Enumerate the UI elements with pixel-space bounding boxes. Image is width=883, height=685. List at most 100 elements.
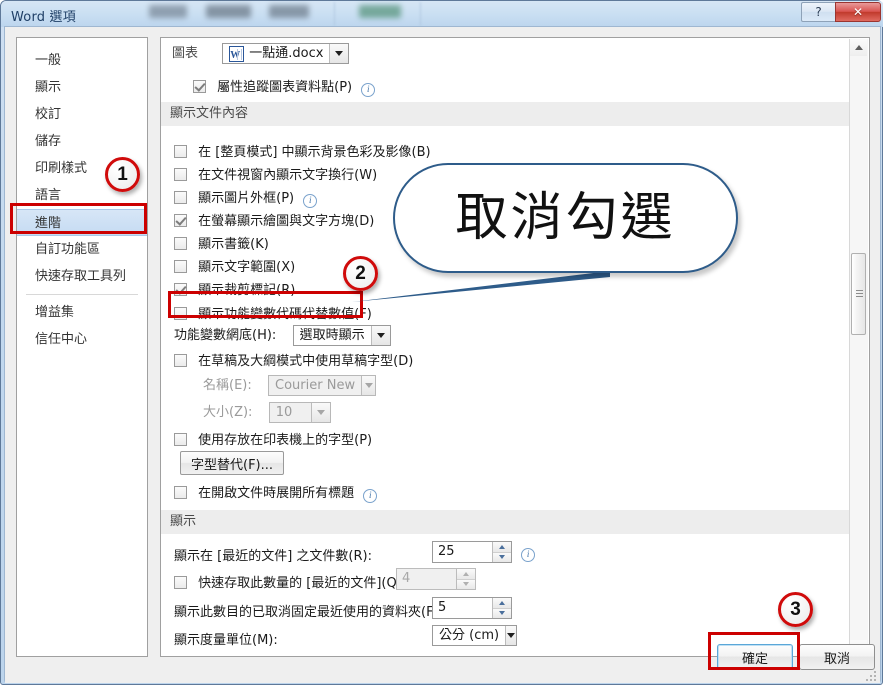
content-vertical-scrollbar[interactable]	[849, 39, 868, 656]
field-shading-combo[interactable]: 選取時顯示	[292, 325, 391, 346]
quick-access-recent-control: 4	[396, 568, 476, 590]
word-options-dialog: Word 選項 ? ✕ 一般 顯示 校訂 儲存 印刷樣式 語言 進階 自訂功能區…	[0, 0, 883, 685]
chart-document-combo[interactable]: 一點通.docx	[222, 43, 350, 65]
recent-docs-value[interactable]: 25	[433, 542, 492, 562]
sidebar-item-trust-center[interactable]: 信任中心	[17, 326, 147, 353]
spinner-up-icon[interactable]	[493, 542, 511, 552]
scrollbar-thumb[interactable]	[851, 253, 866, 335]
redacted-title-text-2	[206, 5, 251, 18]
ok-button[interactable]: 確定	[717, 644, 793, 670]
chevron-down-icon[interactable]	[310, 403, 330, 422]
info-circle-icon[interactable]: i	[521, 547, 536, 562]
close-button[interactable]: ✕	[835, 2, 881, 22]
font-substitution-button[interactable]: 字型替代(F)...	[180, 451, 285, 475]
spinner-down-icon	[457, 578, 475, 589]
sidebar-item-advanced[interactable]: 進階	[17, 209, 147, 236]
unpinned-folders-control: 5	[432, 597, 512, 619]
checkbox-row-bookmarks[interactable]: 顯示書籤(K)	[174, 233, 269, 252]
draft-font-name-row: 名稱(E): Courier New	[203, 374, 377, 396]
unpinned-folders-value[interactable]: 5	[433, 598, 492, 618]
spinner-up-icon[interactable]	[493, 598, 511, 608]
text-boundaries-checkbox[interactable]	[174, 260, 187, 273]
field-shading-value: 選取時顯示	[299, 328, 365, 343]
picture-placeholders-label: 顯示圖片外框(P)	[198, 191, 295, 206]
cancel-button[interactable]: 取消	[799, 644, 875, 670]
redacted-title-text-4	[359, 5, 401, 18]
draft-font-size-row: 大小(Z): 10	[203, 401, 331, 423]
redacted-title-divider-2	[420, 2, 421, 26]
recent-docs-spinner[interactable]: 25	[432, 541, 512, 563]
unpinned-folders-spinner[interactable]: 5	[432, 597, 512, 619]
crop-marks-label: 顯示裁剪標記(R)	[198, 283, 296, 298]
bookmarks-checkbox[interactable]	[174, 237, 187, 250]
word-document-icon	[229, 45, 245, 65]
chevron-down-icon[interactable]	[370, 326, 390, 345]
chevron-down-icon[interactable]	[329, 44, 349, 63]
checkbox-row-text-boundaries[interactable]: 顯示文字範圍(X)	[174, 256, 295, 275]
sidebar-item-quick-access-toolbar[interactable]: 快速存取工具列	[17, 263, 147, 290]
draft-font-name-label: 名稱(E):	[203, 378, 252, 393]
info-circle-icon[interactable]: i	[363, 489, 378, 503]
callout-bubble: 取消勾選	[393, 163, 738, 273]
checkbox-row-field-codes[interactable]: 顯示功能變數代碼代替數值(F)	[174, 303, 372, 322]
field-codes-checkbox[interactable]	[174, 307, 187, 320]
draft-font-size-label: 大小(Z):	[203, 405, 253, 420]
sidebar-item-display[interactable]: 顯示	[17, 74, 147, 101]
scroll-up-arrow-icon[interactable]	[850, 39, 867, 56]
sidebar-item-customize-ribbon[interactable]: 自訂功能區	[17, 236, 147, 263]
checkbox-row-printer-font[interactable]: 使用存放在印表機上的字型(P)	[174, 429, 372, 448]
quick-access-recent-label: 快速存取此數量的 [最近的文件](Q):	[198, 576, 407, 591]
sidebar-item-addins[interactable]: 增益集	[17, 299, 147, 326]
printer-font-checkbox[interactable]	[174, 433, 187, 446]
chevron-down-icon[interactable]	[505, 626, 516, 645]
draft-font-name-combo[interactable]: Courier New	[268, 375, 377, 396]
draft-font-size-value: 10	[275, 405, 293, 420]
recent-docs-label: 顯示在 [最近的文件] 之文件數(R):	[174, 549, 372, 564]
options-content-panel: 圖表 一點通.docx 屬性追蹤圖表資料點(P)	[160, 37, 870, 657]
chart-datapoint-checkbox-row[interactable]: 屬性追蹤圖表資料點(P) i	[193, 76, 376, 97]
checkbox-row-expand-headings[interactable]: 在開啟文件時展開所有標題 i	[174, 482, 378, 503]
scrollbar-grip-icon	[856, 290, 863, 297]
measurement-unit-combo[interactable]: 公分 (cm)	[432, 625, 517, 646]
expand-headings-checkbox[interactable]	[174, 486, 187, 499]
field-shading-row: 功能變數網底(H): 選取時顯示	[174, 324, 391, 346]
step-badge-2: 2	[343, 256, 378, 291]
checkbox-row-picture-placeholders[interactable]: 顯示圖片外框(P) i	[174, 187, 318, 208]
font-substitution-row: 字型替代(F)...	[180, 451, 285, 475]
step-badge-3: 3	[778, 592, 813, 627]
drawings-textboxes-checkbox[interactable]	[174, 214, 187, 227]
background-colors-checkbox[interactable]	[174, 145, 187, 158]
quick-access-recent-checkbox[interactable]	[174, 576, 187, 589]
sidebar-divider	[26, 294, 138, 295]
sidebar-item-save[interactable]: 儲存	[17, 128, 147, 155]
checkbox-row-background-colors[interactable]: 在 [整頁模式] 中顯示背景色彩及影像(B)	[174, 141, 431, 160]
measurement-unit-label: 顯示度量單位(M):	[174, 633, 278, 648]
field-shading-label: 功能變數網底(H):	[174, 328, 277, 343]
quick-access-recent-row[interactable]: 快速存取此數量的 [最近的文件](Q):	[174, 572, 406, 591]
options-scroll-area: 圖表 一點通.docx 屬性追蹤圖表資料點(P)	[161, 38, 851, 656]
sidebar-item-proofing[interactable]: 校訂	[17, 101, 147, 128]
checkbox-row-crop-marks[interactable]: 顯示裁剪標記(R)	[174, 279, 295, 298]
step-badge-1: 1	[105, 157, 140, 192]
unpinned-folders-row: 顯示此數目的已取消固定最近使用的資料夾(F):	[174, 601, 443, 620]
chevron-down-icon[interactable]	[361, 376, 376, 395]
dialog-body: 一般 顯示 校訂 儲存 印刷樣式 語言 進階 自訂功能區 快速存取工具列 增益集…	[5, 27, 880, 683]
chart-datapoint-checkbox[interactable]	[193, 80, 206, 93]
crop-marks-checkbox[interactable]	[174, 283, 187, 296]
draft-font-checkbox[interactable]	[174, 354, 187, 367]
draft-font-size-combo[interactable]: 10	[268, 402, 331, 423]
checkbox-row-draft-font[interactable]: 在草稿及大綱模式中使用草稿字型(D)	[174, 350, 413, 369]
spinner-down-icon[interactable]	[493, 551, 511, 562]
recent-docs-control: 25 i	[432, 541, 536, 563]
checkbox-row-drawings-textboxes[interactable]: 在螢幕顯示繪圖與文字方塊(D)	[174, 210, 374, 229]
info-circle-icon[interactable]: i	[303, 194, 318, 208]
redacted-title-text-1	[149, 5, 187, 18]
resize-grip-icon[interactable]	[864, 669, 876, 681]
help-button[interactable]: ?	[801, 2, 835, 22]
text-wrap-checkbox[interactable]	[174, 168, 187, 181]
spinner-down-icon[interactable]	[493, 607, 511, 618]
sidebar-item-general[interactable]: 一般	[17, 47, 147, 74]
picture-placeholders-checkbox[interactable]	[174, 191, 187, 204]
checkbox-row-text-wrap[interactable]: 在文件視窗內顯示文字換行(W)	[174, 164, 377, 183]
info-circle-icon[interactable]: i	[361, 83, 376, 97]
